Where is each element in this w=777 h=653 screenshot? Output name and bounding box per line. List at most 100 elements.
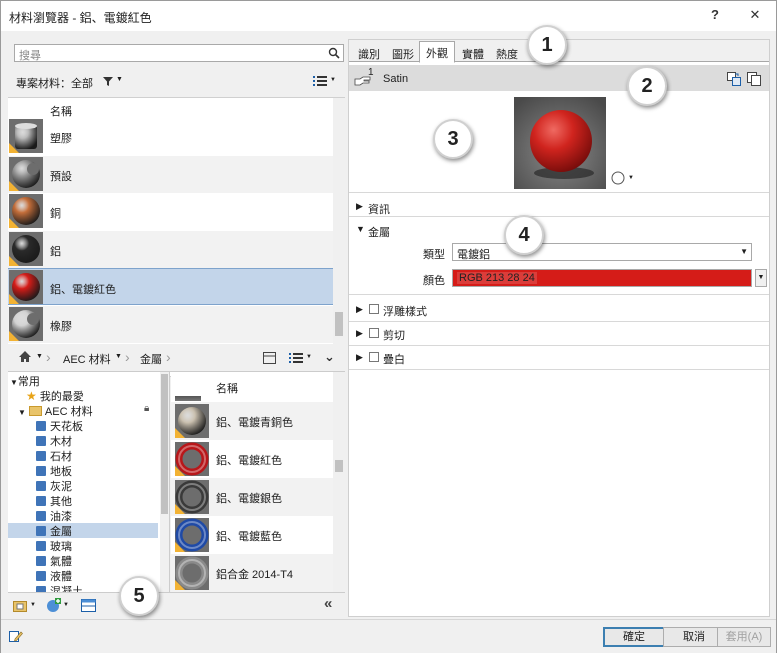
search-icon[interactable] <box>328 47 340 59</box>
section-metal[interactable]: ▼ 金屬 <box>349 219 769 241</box>
library-material-row[interactable]: 鋁、電鍍藍色 <box>171 516 333 554</box>
material-row[interactable]: 塑膠 <box>8 118 333 155</box>
tab-identity[interactable]: 識別 <box>352 43 386 62</box>
material-row[interactable]: 鋁 <box>8 230 333 268</box>
list-view-icon[interactable] <box>289 352 303 364</box>
tree-item-category[interactable]: 油漆 <box>8 508 158 523</box>
section-relief-pattern[interactable]: ▶ 浮雕樣式 <box>349 299 769 321</box>
tab-physical[interactable]: 實體 <box>456 43 490 62</box>
column-name-header[interactable]: 名稱 <box>50 103 72 119</box>
tint-checkbox[interactable] <box>369 352 379 362</box>
material-thumbnail <box>9 270 43 304</box>
material-name: 鋁、電鍍青銅色 <box>216 417 293 429</box>
tree-item-aec-library[interactable]: ▼ AEC 材料 🔒︎ <box>18 403 168 418</box>
material-name: 銅 <box>50 208 61 220</box>
material-name: 塑膠 <box>50 133 72 145</box>
breadcrumb-aec-materials[interactable]: AEC 材料 <box>63 351 111 367</box>
color-value: RGB 213 28 24 <box>457 272 537 284</box>
chevron-down-icon[interactable]: ▼ <box>36 353 43 360</box>
list-header: 名稱 <box>171 372 333 402</box>
library-material-row[interactable]: 鋁、電鍍青銅色 <box>171 402 333 440</box>
scrollbar[interactable] <box>333 372 345 592</box>
tab-graphics[interactable]: 圖形 <box>386 43 420 62</box>
type-dropdown[interactable]: 電鍍鋁 ▼ <box>452 243 752 261</box>
library-material-row[interactable]: 鋁合金 2014-T4 <box>171 554 333 592</box>
material-name: 預設 <box>50 170 72 183</box>
scrollbar-thumb[interactable] <box>161 374 168 514</box>
material-row[interactable]: 橡膠 <box>8 305 333 343</box>
tree-item-favorites[interactable]: ★ 我的最愛 <box>26 388 169 403</box>
library-material-row[interactable]: 鋁、電鍍紅色 <box>171 440 333 478</box>
tree-label: 木材 <box>50 436 72 448</box>
material-row[interactable]: 預設 <box>8 155 333 193</box>
scrollbar-thumb[interactable] <box>335 312 343 336</box>
material-thumbnail <box>9 194 43 228</box>
library-tree: ▼常用 ★ 我的最愛 ▼ AEC 材料 🔒︎ 天花板木材石材 地板灰泥 其他 油漆 金屬 玻璃… <box>8 372 170 592</box>
material-thumbnail <box>175 480 209 514</box>
color-options-button[interactable]: ▼ <box>755 269 767 287</box>
scrollbar[interactable] <box>333 98 345 376</box>
collapse-left-icon[interactable]: « <box>324 595 332 612</box>
cancel-button[interactable]: 取消 <box>663 627 725 647</box>
tree-label: 灰泥 <box>50 481 72 493</box>
chevron-down-icon[interactable]: ▼ <box>330 77 336 83</box>
section-tint[interactable]: ▶ 疊白 <box>349 347 769 369</box>
section-information[interactable]: ▶ 資訊 <box>349 196 769 218</box>
filter-icon[interactable] <box>102 76 114 87</box>
material-row[interactable]: 銅 <box>8 193 333 230</box>
ok-button[interactable]: 確定 <box>603 627 665 647</box>
breadcrumb-metal[interactable]: 金屬 <box>140 351 162 367</box>
color-field[interactable]: RGB 213 28 24 <box>452 269 752 287</box>
cutouts-checkbox[interactable] <box>369 328 379 338</box>
breadcrumb-separator-icon: › <box>46 349 51 365</box>
asset-browser-icon[interactable] <box>81 599 96 612</box>
panel-view-icon[interactable] <box>263 352 276 364</box>
scrollbar-thumb[interactable] <box>335 460 343 472</box>
tree-item-category[interactable]: 氣體 <box>8 553 158 568</box>
tree-item-category[interactable]: 灰泥 <box>8 478 158 493</box>
chevron-down-icon[interactable]: ▼ <box>306 354 312 360</box>
tree-label: 石材 <box>50 451 72 463</box>
help-button[interactable]: ? <box>705 7 725 25</box>
duplicate-asset-icon[interactable] <box>747 72 761 86</box>
tree-item-category[interactable]: 地板 <box>8 463 158 478</box>
tree-item-category[interactable]: 金屬 <box>8 523 158 538</box>
material-thumbnail <box>175 556 209 590</box>
material-row[interactable]: 鋁、電鍍紅色 <box>8 268 333 305</box>
expand-down-icon[interactable]: ⌄ <box>324 349 335 365</box>
lock-icon: 🔒︎ <box>144 403 150 414</box>
chevron-down-icon[interactable]: ▼ <box>116 76 123 83</box>
edit-icon[interactable] <box>9 629 23 643</box>
chevron-down-icon[interactable]: ▼ <box>628 175 634 181</box>
tree-item-category[interactable]: 天花板 <box>8 418 158 433</box>
column-name-header[interactable]: 名稱 <box>216 380 238 396</box>
create-material-icon[interactable] <box>46 598 61 613</box>
chevron-down-icon[interactable]: ▼ <box>115 353 122 360</box>
material-name: 鋁合金 2014-T4 <box>216 569 294 581</box>
tree-item-category[interactable]: 木材 <box>8 433 158 448</box>
apply-button[interactable]: 套用(A) <box>717 627 771 647</box>
section-cutouts[interactable]: ▶ 剪切 <box>349 323 769 345</box>
search-input[interactable]: 搜尋 <box>14 44 344 62</box>
library-manage-icon[interactable] <box>13 599 28 612</box>
tree-label: 天花板 <box>50 421 83 433</box>
tree-item-category[interactable]: 其他 <box>8 493 158 508</box>
preview-shape-icon[interactable] <box>611 171 625 185</box>
tree-item-category[interactable]: 石材 <box>8 448 158 463</box>
expand-triangle-icon: ▶ <box>356 304 363 314</box>
tab-appearance[interactable]: 外觀 <box>419 41 455 63</box>
tree-root-common[interactable]: ▼常用 <box>10 373 160 388</box>
replace-asset-icon[interactable] <box>727 72 741 86</box>
category-icon <box>36 481 46 491</box>
tree-scrollbar[interactable] <box>160 372 169 592</box>
home-icon[interactable] <box>18 350 32 363</box>
close-button[interactable]: ✕ <box>745 7 765 25</box>
relief-pattern-checkbox[interactable] <box>369 304 379 314</box>
tab-thermal[interactable]: 熱度 <box>490 43 524 62</box>
chevron-down-icon[interactable]: ▼ <box>63 602 69 608</box>
list-view-icon[interactable] <box>313 75 327 87</box>
tree-item-category[interactable]: 玻璃 <box>8 538 158 553</box>
material-name: 橡膠 <box>50 320 72 333</box>
library-material-row[interactable]: 鋁、電鍍銀色 <box>171 478 333 516</box>
chevron-down-icon[interactable]: ▼ <box>30 602 36 608</box>
